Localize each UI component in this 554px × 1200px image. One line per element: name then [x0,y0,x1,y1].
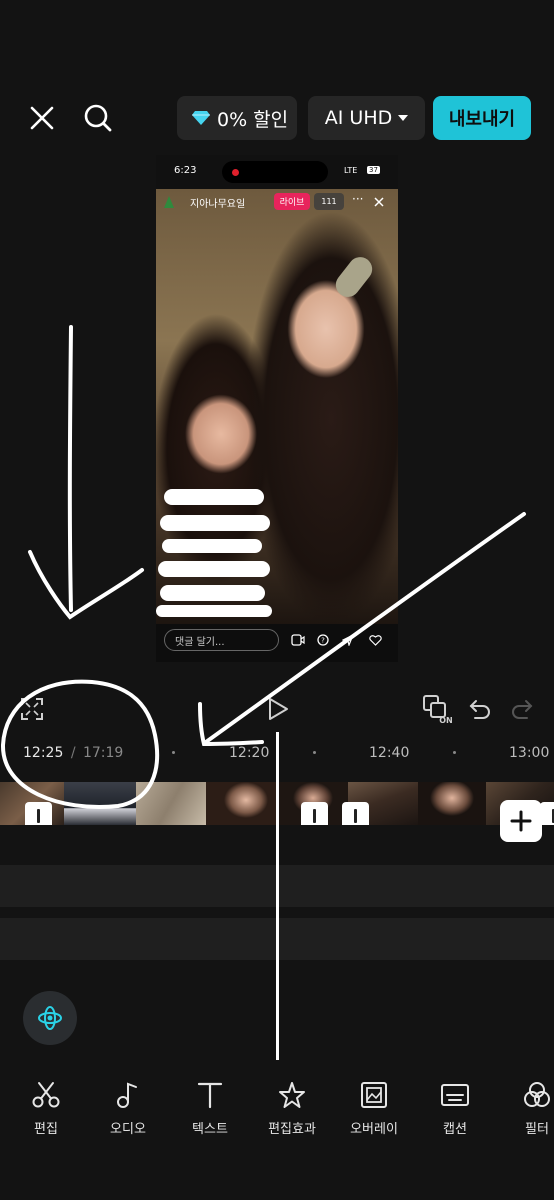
split-marker[interactable] [301,802,328,825]
viewer-count: 111 [314,193,344,210]
quality-dropdown[interactable]: AI UHD [308,96,425,140]
add-clip-button[interactable] [500,800,542,842]
search-button[interactable] [80,100,116,136]
bottom-toolbar: 편집 오디오 텍스트 편집효과 오버레이 캡션 필터 [0,1075,554,1145]
scissors-icon [32,1082,60,1108]
split-marker[interactable] [25,802,52,825]
time-display: 12:25 / 17:19 [23,745,123,761]
ruler-dot [453,751,456,754]
export-button[interactable]: 내보내기 [433,96,531,140]
filter-icon [524,1082,550,1107]
svg-text:?: ? [321,637,325,645]
ai-orbit-icon [38,1006,62,1030]
dynamic-island [222,161,328,183]
question-icon: ? [317,634,329,646]
export-label: 내보내기 [448,109,516,130]
share-icon [342,634,354,646]
clip-thumbnail [136,782,206,825]
live-comment-bar: 댓글 달기... ? [156,624,398,662]
phone-status-bar: 6:23 LTE 37 [156,155,398,189]
close-icon [30,106,54,130]
ai-assistant-button[interactable] [23,991,77,1045]
promo-label: 0% 할인 [217,108,289,131]
sparkle-star-icon [279,1082,305,1108]
status-time: 6:23 [174,165,197,176]
overlay-icon [361,1082,387,1108]
current-time: 12:25 [23,745,64,761]
clip-thumbnail [418,782,486,825]
toolbar-item-filter[interactable]: 필터 [502,1080,554,1137]
redo-icon[interactable] [510,698,534,720]
tick-label: 13:00 [509,745,550,761]
time-separator: / [70,745,76,761]
toolbar-item-edit[interactable]: 편집 [11,1080,81,1137]
split-marker[interactable] [540,802,554,825]
quality-label: AI UHD [324,107,393,129]
toolbar-item-text[interactable]: 텍스트 [175,1080,245,1137]
tree-icon [164,196,174,208]
clip-thumbnail [206,782,278,825]
hair-clip [330,252,378,302]
more-icon: ··· [352,192,364,206]
toolbar-item-effects[interactable]: 편집효과 [257,1080,327,1137]
caret-down-icon [398,115,409,121]
comment-field: 댓글 달기... [164,629,279,651]
music-note-icon [117,1082,137,1108]
status-network: LTE [344,166,358,175]
live-badge: 라이브 [274,193,310,210]
diamond-icon [192,111,210,125]
play-icon[interactable] [267,697,289,721]
tick-label: 12:20 [229,745,270,761]
promo-button[interactable]: 0% 할인 [177,96,297,140]
split-marker[interactable] [342,802,369,825]
tick-label: 12:40 [369,745,410,761]
toolbar-item-audio[interactable]: 오디오 [93,1080,163,1137]
search-icon [84,104,112,132]
add-video-icon [291,634,305,646]
ruler-dot [172,751,175,754]
account-name: 지아나무요일 [190,199,246,210]
live-stream-frame: 지아나무요일 라이브 111 ··· [156,189,398,624]
svg-text:ON: ON [439,716,453,724]
close-live-icon [374,197,384,207]
playhead[interactable] [276,732,279,1060]
heart-icon [369,635,382,646]
status-battery: 37 [367,166,380,174]
recording-dot-icon [232,169,239,176]
toolbar-item-overlay[interactable]: 오버레이 [339,1080,409,1137]
text-icon [197,1082,223,1109]
undo-icon[interactable] [468,698,492,720]
fullscreen-icon[interactable] [20,697,44,721]
ruler-dot [313,751,316,754]
caption-icon [441,1084,469,1106]
total-time: 17:19 [82,745,124,761]
plus-icon [510,810,532,832]
close-button[interactable] [24,100,60,136]
video-preview[interactable]: 6:23 LTE 37 지아나무요일 라이브 111 ··· 댓글 달기... … [156,155,398,662]
keyframe-on-icon[interactable]: ON [422,694,454,724]
clip-thumbnail [64,782,136,825]
toolbar-item-captions[interactable]: 캡션 [420,1080,490,1137]
